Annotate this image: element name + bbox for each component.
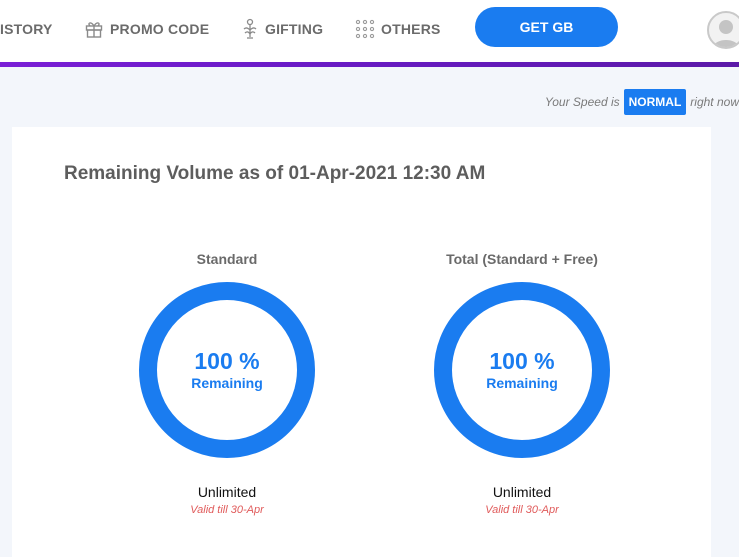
speed-prefix: Your Speed is: [544, 95, 620, 109]
nav-history-label: ISTORY: [0, 21, 53, 37]
nav-underline: [0, 62, 739, 67]
user-avatar-icon[interactable]: [707, 11, 739, 49]
speed-status: Your Speed is NORMAL right now: [545, 88, 739, 116]
meter-label: Total (Standard + Free): [446, 251, 598, 267]
nav-promo-label: PROMO CODE: [110, 21, 210, 37]
meter-total: Total (Standard + Free) 100 % Remaining …: [417, 251, 627, 516]
percent-caption: Remaining: [486, 375, 558, 391]
nav-history[interactable]: ISTORY: [0, 0, 53, 58]
meter-standard: Standard 100 % Remaining Unlimited Valid…: [122, 251, 332, 516]
nav-others-label: OTHERS: [381, 21, 441, 37]
remaining-volume-card: Remaining Volume as of 01-Apr-2021 12:30…: [12, 127, 711, 557]
volume-value: Unlimited: [197, 484, 257, 500]
meter-label: Standard: [196, 251, 258, 267]
progress-ring: 100 % Remaining: [137, 280, 317, 460]
validity-text: Valid till 30-Apr: [485, 504, 559, 516]
percent-value: 100 %: [489, 348, 555, 374]
percent-value: 100 %: [194, 348, 260, 374]
nav-others[interactable]: OTHERS: [355, 0, 441, 58]
gift-icon: [84, 19, 104, 39]
gifting-icon: [241, 18, 259, 40]
card-title: Remaining Volume as of 01-Apr-2021 12:30…: [64, 163, 486, 184]
nav-promo-code[interactable]: PROMO CODE: [84, 0, 209, 58]
percent-caption: Remaining: [191, 375, 263, 391]
volume-value: Unlimited: [492, 484, 552, 500]
others-grid-icon: [355, 19, 375, 39]
speed-suffix: right now: [690, 95, 739, 109]
top-navigation: ISTORY PROMO CODE GIFTING OTHERS GET GB: [0, 0, 739, 62]
get-gb-button[interactable]: GET GB: [475, 7, 618, 47]
progress-ring: 100 % Remaining: [432, 280, 612, 460]
nav-gifting[interactable]: GIFTING: [241, 0, 323, 58]
validity-text: Valid till 30-Apr: [190, 504, 264, 516]
speed-badge: NORMAL: [623, 89, 687, 115]
nav-gifting-label: GIFTING: [265, 21, 324, 37]
